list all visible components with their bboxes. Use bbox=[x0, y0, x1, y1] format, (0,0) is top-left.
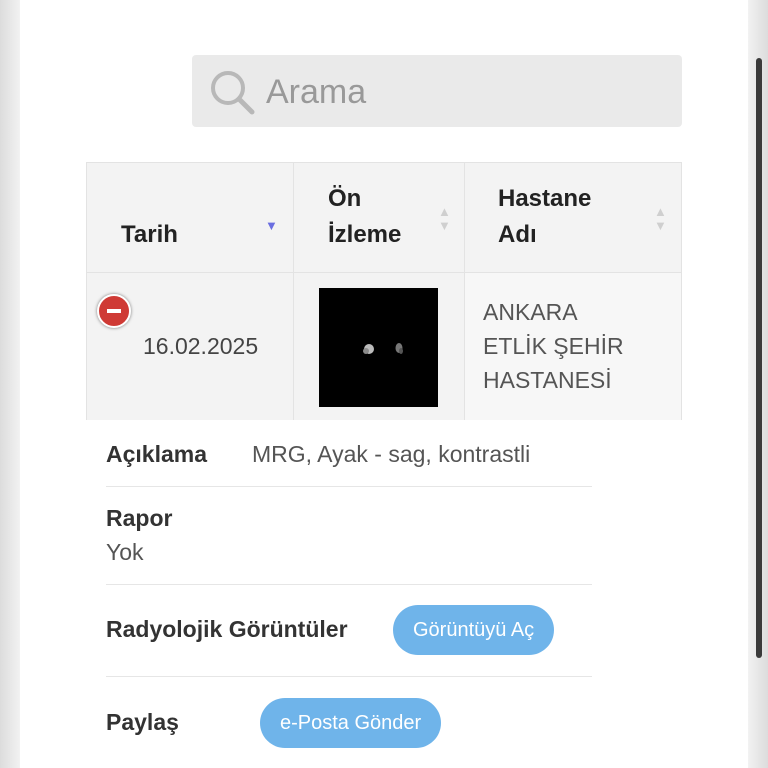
hospital-name-line: ANKARA bbox=[483, 299, 578, 325]
detail-share: Paylaş e-Posta Gönder bbox=[106, 676, 592, 768]
window-left-edge bbox=[0, 0, 20, 768]
cell-hospital: ANKARA ETLİK ŞEHİR HASTANESİ bbox=[464, 273, 681, 420]
page-content: Tarih ▼ Ön İzleme ▲ ▼ Hastane Adı ▲ ▼ 16… bbox=[20, 0, 748, 768]
hospital-name: ANKARA ETLİK ŞEHİR HASTANESİ bbox=[483, 295, 643, 397]
cell-date: 16.02.2025 bbox=[87, 273, 293, 420]
scrollbar-thumb[interactable] bbox=[756, 58, 762, 658]
search-icon bbox=[211, 71, 255, 115]
cell-preview bbox=[293, 273, 464, 420]
send-email-button[interactable]: e-Posta Gönder bbox=[260, 698, 442, 748]
column-header-line2: Tarih bbox=[121, 221, 178, 248]
mri-preview-image bbox=[363, 343, 403, 354]
column-header-line1: Hastane bbox=[498, 185, 592, 212]
report-label: Rapor bbox=[106, 505, 173, 531]
column-header-line1: Ön bbox=[328, 185, 362, 212]
share-label: Paylaş bbox=[106, 709, 179, 735]
column-header-hospital[interactable]: Hastane Adı ▲ ▼ bbox=[464, 163, 683, 274]
column-header-date[interactable]: Tarih ▼ bbox=[87, 163, 293, 274]
hospital-name-line: ETLİK ŞEHİR bbox=[483, 333, 624, 359]
column-header-preview[interactable]: Ön İzleme ▲ ▼ bbox=[293, 163, 464, 274]
detail-report: Rapor Yok bbox=[106, 486, 592, 585]
column-header-line2: Adı bbox=[498, 221, 537, 248]
description-value: MRG, Ayak - sag, kontrastli bbox=[252, 441, 531, 467]
images-label: Radyolojik Görüntüler bbox=[106, 616, 348, 642]
collapse-row-button[interactable] bbox=[97, 294, 131, 328]
sort-descending-icon[interactable]: ▼ bbox=[265, 219, 278, 232]
open-image-button[interactable]: Görüntüyü Aç bbox=[393, 605, 555, 655]
description-label: Açıklama bbox=[106, 441, 208, 467]
table-header: Tarih ▼ Ön İzleme ▲ ▼ Hastane Adı ▲ ▼ bbox=[86, 162, 683, 274]
table-row[interactable]: 16.02.2025 ANKARA ETLİK ŞEHİR HASTANESİ bbox=[86, 273, 682, 420]
report-value: Yok bbox=[106, 539, 144, 565]
search-box[interactable] bbox=[192, 55, 682, 127]
sort-down-icon[interactable]: ▼ bbox=[654, 219, 667, 232]
search-input[interactable] bbox=[264, 69, 668, 115]
detail-images: Radyolojik Görüntüler Görüntüyü Aç bbox=[106, 584, 592, 677]
hospital-name-line: HASTANESİ bbox=[483, 367, 612, 393]
preview-thumbnail[interactable] bbox=[319, 288, 438, 407]
sort-down-icon[interactable]: ▼ bbox=[438, 219, 451, 232]
date-value: 16.02.2025 bbox=[143, 333, 259, 359]
sort-up-icon[interactable]: ▲ bbox=[654, 205, 667, 218]
column-header-line2: İzleme bbox=[328, 221, 402, 248]
sort-up-icon[interactable]: ▲ bbox=[438, 205, 451, 218]
detail-description: Açıklama MRG, Ayak - sag, kontrastli bbox=[106, 420, 592, 487]
